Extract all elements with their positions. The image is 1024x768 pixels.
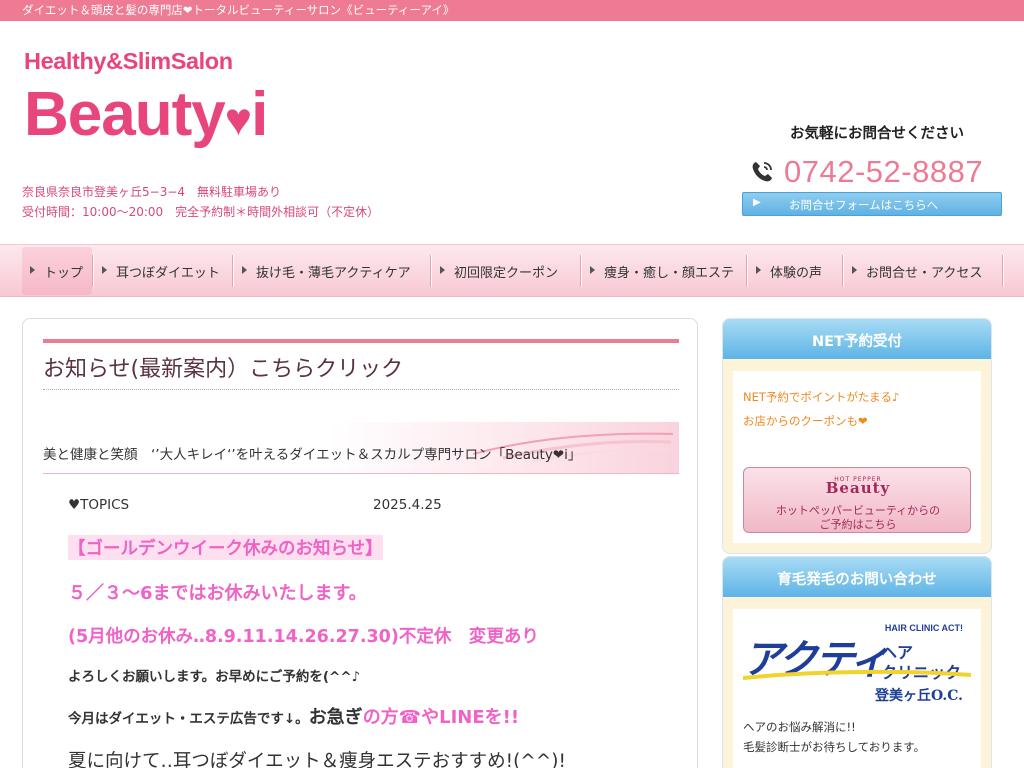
hotpepper-button[interactable]: HOT PEPPER Beauty ホットペッパービューティからの ご予約はこち… (743, 467, 971, 533)
nav-arrow-icon (102, 266, 107, 274)
contact-heading: お気軽にお問合せください (790, 126, 964, 142)
acty-swoosh-decoration (743, 669, 971, 680)
hotpepper-line2: ご予約はこちら (819, 518, 897, 531)
tagline-banner: 美と健康と笑顔 ‘’大人キレイ‘’を叶えるダイエット＆スカルプ専門サロン「Bea… (43, 422, 679, 474)
shop-info: 奈良県奈良市登美ヶ丘5−3−4 無料駐車場あり 受付時間：10:00〜20:00… (22, 182, 379, 222)
phone-number[interactable]: 0742-52-8887 (784, 152, 983, 192)
hair-inquiry-heading: 育毛発毛のお問い合わせ (777, 572, 937, 588)
logo-heart-icon: ♥ (224, 93, 252, 145)
logo-word: Beauty (24, 80, 226, 149)
net-points-text: NET予約でポイントがたまる♪ (743, 390, 900, 404)
shop-hours: 受付時間：10:00〜20:00 完全予約制＊時間外相談可（不定休） (22, 205, 380, 219)
nav-arrow-icon (852, 266, 857, 274)
title-divider (43, 389, 679, 390)
nav-item-voices[interactable]: 体験の声 (748, 247, 842, 295)
nav-item-ear-diet[interactable]: 耳つぼダイエット (94, 247, 232, 295)
nav-item-label: 耳つぼダイエット (116, 266, 220, 281)
notice-greeting: よろしくお願いします。お早めにご予約を(^^♪ (68, 669, 361, 685)
shop-address: 奈良県奈良市登美ヶ丘5−3−4 無料駐車場あり (22, 185, 282, 199)
notice-ad-text: 今月はダイエット・エステ広告です↓。 (68, 711, 309, 727)
nav-item-label: 抜け毛・薄毛アクティケア (256, 266, 411, 281)
nav-item-label: 初回限定クーポン (454, 266, 559, 281)
nav-item-coupon[interactable]: 初回限定クーポン (432, 247, 580, 295)
nav-item-hair-care[interactable]: 抜け毛・薄毛アクティケア (234, 247, 430, 295)
notice-holiday-dates: ５／３〜6まではお休みいたします。 (68, 583, 367, 604)
acty-logo[interactable]: HAIR CLINIC ACT! アクティ ヘア クリニック 登美ヶ丘O.C. (743, 623, 971, 705)
acty-logo-sub1: ヘア (881, 643, 914, 662)
hair-inquiry-header: 育毛発毛のお問い合わせ (723, 557, 991, 597)
net-reservation-header: NET予約受付 (723, 319, 991, 359)
notice-other-holidays: (5月他のお休み‥8.9.11.14.26.27.30)不定休 変更あり (68, 627, 539, 647)
main-content: お知らせ(最新案内）こちらクリック 美と健康と笑顔 ‘’大人キレイ‘’を叶えるダ… (22, 318, 698, 768)
contact-form-button[interactable]: ▶ お問合せフォームはこちらへ (742, 192, 1002, 216)
net-reservation-panel: NET予約でポイントがたまる♪ お店からのクーポンも❤ HOT PEPPER B… (733, 371, 981, 543)
acty-logo-location: 登美ヶ丘O.C. (874, 688, 963, 704)
notice-contact-text: の方☎やLINEを!! (362, 707, 520, 728)
hair-inquiry-line2: 毛髪診断士がお待ちしております。 (743, 740, 926, 754)
logo-name: Beauty♥i (24, 80, 268, 152)
top-banner-text: ダイエット＆頭皮と髪の専門店❤トータルビューティーサロン《ビューティーアイ》 (22, 3, 455, 17)
title-rule (43, 339, 679, 343)
net-coupon-text: お店からのクーポンも❤ (743, 414, 868, 428)
nav-arrow-icon (590, 266, 595, 274)
hair-inquiry-panel: HAIR CLINIC ACT! アクティ ヘア クリニック 登美ヶ丘O.C. … (733, 609, 981, 768)
nav-item-access[interactable]: お問合せ・アクセス (844, 247, 1002, 295)
notice-urgent-text: お急ぎ (308, 707, 363, 728)
hair-inquiry-line1: ヘアのお悩み解消に!! (743, 720, 856, 734)
nav-divider (1002, 255, 1004, 287)
contact-form-label: お問合せフォームはこちらへ (789, 198, 939, 212)
nav-item-label: 痩身・癒し・顔エステ (604, 266, 735, 281)
net-reservation-heading: NET予約受付 (812, 334, 902, 350)
phone-icon (752, 162, 772, 182)
notice-ad: 今月はダイエット・エステ広告です↓。お急ぎの方☎やLINEを!! (68, 703, 519, 729)
nav-arrow-icon (242, 266, 247, 274)
nav-arrow-icon (756, 266, 761, 274)
main-nav: トップ 耳つぼダイエット 抜け毛・薄毛アクティケア 初回限定クーポン 痩身・癒し… (0, 244, 1024, 297)
page-title[interactable]: お知らせ(最新案内）こちらクリック (43, 351, 403, 383)
logo-letter: i (251, 80, 268, 149)
nav-item-label: お問合せ・アクセス (866, 266, 983, 281)
top-banner: ダイエット＆頭皮と髪の専門店❤トータルビューティーサロン《ビューティーアイ》 (0, 0, 1024, 21)
hair-inquiry-box: 育毛発毛のお問い合わせ HAIR CLINIC ACT! アクティ ヘア クリニ… (722, 556, 992, 768)
play-arrow-icon: ▶ (753, 197, 761, 208)
nav-item-label: トップ (44, 266, 84, 281)
acty-logo-english: HAIR CLINIC ACT! (884, 623, 963, 633)
nav-item-esthe[interactable]: 痩身・癒し・顔エステ (582, 247, 746, 295)
notice-summer: 夏に向けて‥耳つぼダイエット＆痩身エステおすすめ!(^^)! (68, 751, 566, 768)
notice-title: 【ゴールデンウイーク休みのお知らせ】 (68, 535, 383, 560)
nav-item-label: 体験の声 (770, 266, 823, 281)
nav-arrow-icon (440, 266, 445, 274)
hotpepper-logo: Beauty (825, 479, 891, 497)
logo-subtitle: Healthy&SlimSalon (24, 48, 233, 74)
nav-item-top[interactable]: トップ (22, 247, 92, 295)
topics-date: 2025.4.25 (373, 497, 442, 513)
nav-arrow-icon (30, 266, 35, 274)
topics-label: ♥TOPICS (68, 497, 130, 513)
net-reservation-box: NET予約受付 NET予約でポイントがたまる♪ お店からのクーポンも❤ HOT … (722, 318, 992, 554)
site-logo[interactable]: Healthy&SlimSalon Beauty♥i (24, 48, 268, 158)
tagline-text: 美と健康と笑顔 ‘’大人キレイ‘’を叶えるダイエット＆スカルプ専門サロン「Bea… (43, 447, 582, 463)
